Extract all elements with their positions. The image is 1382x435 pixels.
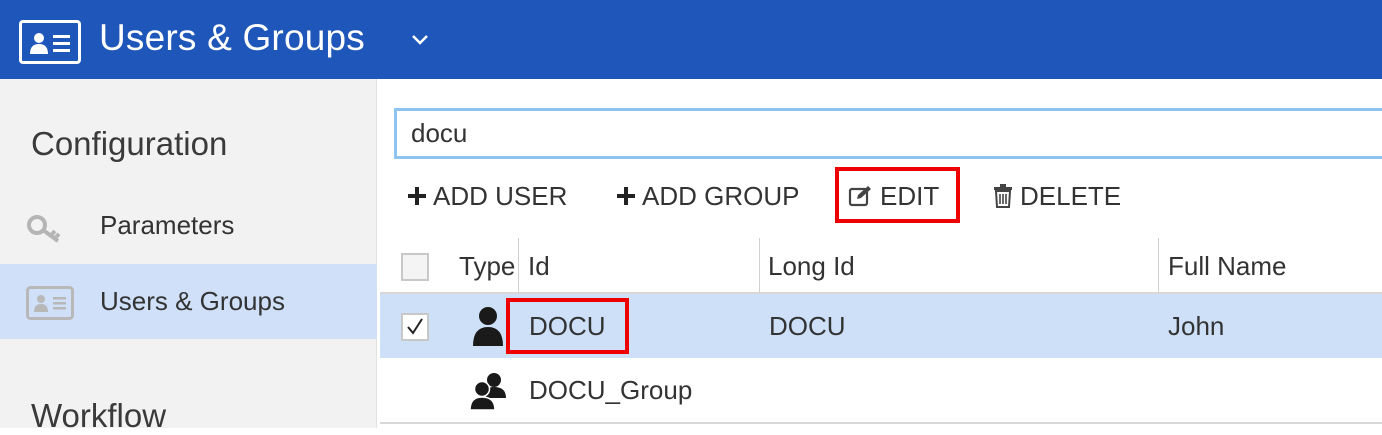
row-checkbox[interactable] [401,313,429,341]
add-group-label: ADD GROUP [642,180,800,211]
cell-long-id: DOCU [769,311,846,341]
sidebar-item-label: Parameters [100,210,235,240]
cell-id: DOCU_Group [529,375,693,405]
table-header: Type Id Long Id Full Name [380,238,1382,294]
table-bottom-border [380,422,1382,424]
add-group-button[interactable]: ADD GROUP [616,176,799,216]
delete-button[interactable]: DELETE [992,176,1121,216]
key-icon [27,215,61,243]
edit-highlight-box [835,167,960,223]
plus-icon [617,187,635,205]
column-header-long-id[interactable]: Long Id [768,251,855,282]
sidebar-item-parameters[interactable]: Parameters [0,187,377,262]
column-divider[interactable] [1158,238,1159,292]
sidebar-item-label: Users & Groups [100,286,285,316]
id-card-icon [19,20,81,64]
check-icon [407,318,423,335]
column-header-id[interactable]: Id [528,251,550,282]
add-user-label: ADD USER [433,180,568,211]
search-input[interactable] [394,108,1382,159]
table-row[interactable]: DOCU_Group [380,358,1382,422]
column-header-type[interactable]: Type [459,251,515,282]
delete-label: DELETE [1020,180,1122,211]
column-divider[interactable] [518,238,519,292]
sidebar-heading-configuration: Configuration [31,125,228,162]
sidebar: Configuration Parameters Users & Groups … [0,79,377,434]
top-bar: Users & Groups [0,0,1382,79]
app-title[interactable]: Users & Groups [99,16,365,60]
add-user-button[interactable]: ADD USER [407,176,567,216]
column-header-full-name[interactable]: Full Name [1168,251,1286,282]
select-all-checkbox[interactable] [401,253,429,281]
cell-full-name: John [1168,311,1225,341]
user-icon [473,307,503,346]
trash-icon [994,184,1012,208]
column-divider[interactable] [759,238,760,292]
sidebar-item-users-groups[interactable]: Users & Groups [0,264,377,339]
chevron-down-icon[interactable] [409,28,431,50]
sidebar-heading-workflow: Workflow [31,397,167,434]
id-highlight-box [506,298,629,354]
plus-icon [408,187,426,205]
id-card-icon [26,286,74,320]
group-icon [469,373,506,411]
